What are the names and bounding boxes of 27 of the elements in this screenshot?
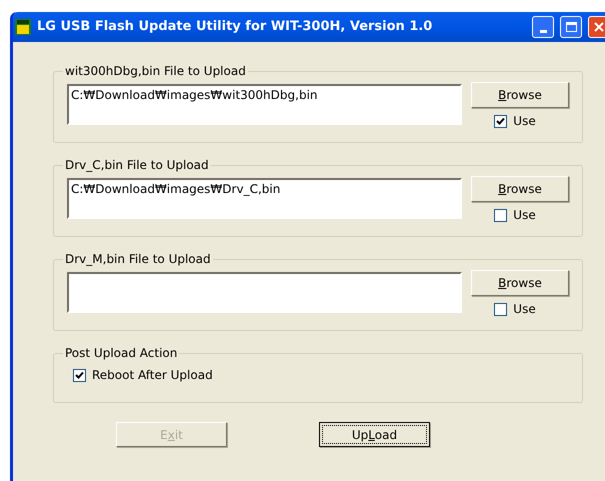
file-path-field[interactable] xyxy=(67,272,462,313)
checkbox[interactable] xyxy=(494,208,508,222)
close-icon xyxy=(594,22,604,32)
checkbox-label: Use xyxy=(513,207,536,224)
checkmark-icon xyxy=(75,370,84,380)
group-label: Post Upload Action xyxy=(64,345,178,362)
checkmark-icon xyxy=(496,116,506,126)
app-icon xyxy=(15,19,31,35)
group-label: wit300hDbg,bin File to Upload xyxy=(64,63,247,80)
checkbox-label: Use xyxy=(513,113,536,130)
checkbox[interactable] xyxy=(494,302,508,316)
checkbox-label: Reboot After Upload xyxy=(92,367,213,384)
close-button[interactable] xyxy=(588,16,605,38)
maximize-button[interactable] xyxy=(560,16,582,38)
file-path-field[interactable]: C:₩Download₩images₩wit300hDbg,bin xyxy=(67,84,462,125)
checkbox[interactable] xyxy=(494,114,508,128)
browse-button[interactable]: Browse xyxy=(471,270,569,296)
group-label: Drv_M,bin File to Upload xyxy=(64,251,212,268)
window-title: LG USB Flash Update Utility for WIT-300H, Version 1.0 xyxy=(37,18,432,36)
file-path-field[interactable]: C:₩Download₩images₩Drv_C,bin xyxy=(67,178,462,219)
checkbox[interactable] xyxy=(73,368,86,382)
checkbox-label: Use xyxy=(513,301,536,318)
group-label: Drv_C,bin File to Upload xyxy=(64,157,210,174)
browse-button[interactable]: Browse xyxy=(471,176,569,202)
browse-button[interactable]: Browse xyxy=(471,82,569,108)
upload-button[interactable]: UpLoad xyxy=(319,422,430,447)
minimize-button[interactable] xyxy=(532,16,554,38)
